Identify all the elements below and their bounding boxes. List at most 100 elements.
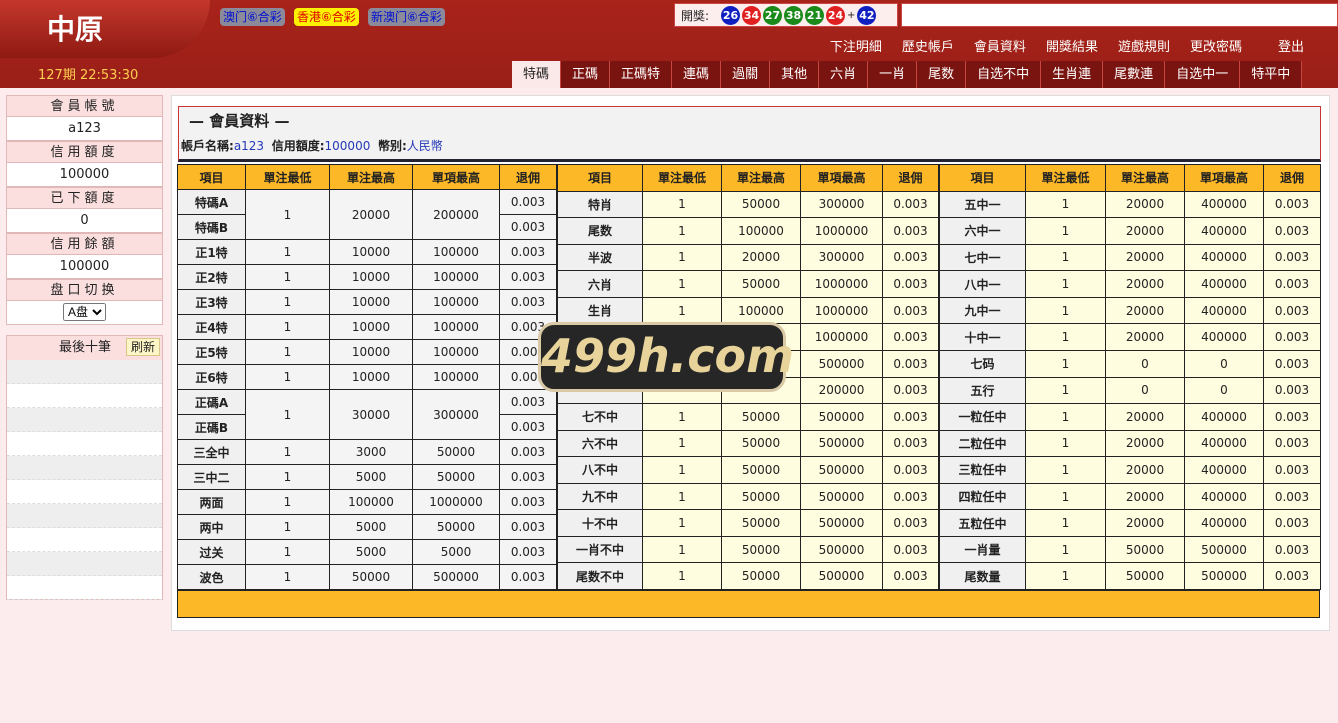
table-row: 九中一 1 20000 400000 0.003 xyxy=(939,296,1321,325)
limit-cell: 0.003 xyxy=(1263,509,1321,537)
limit-cell: 1 xyxy=(245,339,330,365)
limit-cell: 0.003 xyxy=(1263,403,1321,431)
item-name: 一肖不中 xyxy=(557,535,643,564)
top-nav: 下注明細 歷史帳戶 會員資料 開獎結果 遊戲規則 更改密碼 登出 xyxy=(820,36,1314,55)
table-row: 五中一 1 20000 400000 0.003 xyxy=(939,190,1321,219)
item-name: 尾数量 xyxy=(939,562,1026,590)
limit-cell: 1 xyxy=(1025,403,1106,431)
nav-link[interactable]: 遊戲規則 xyxy=(1108,36,1180,55)
refresh-button[interactable]: 刷新 xyxy=(125,338,160,356)
table-row: 波色 1 50000 500000 0.003 xyxy=(177,564,557,590)
last-bet-row xyxy=(7,504,162,528)
tab[interactable]: 六肖 xyxy=(819,61,869,88)
limit-cell: 400000 xyxy=(1184,270,1264,298)
limit-cell: 0.003 xyxy=(499,489,557,515)
limit-cell: 5000 xyxy=(329,539,413,565)
sidebar: 會員帳號 a123 信用額度 100000 已下額度 0 信用餘額 100000… xyxy=(6,95,163,325)
limit-cell: 1 xyxy=(245,364,330,390)
nav-link[interactable]: 下注明細 xyxy=(820,36,892,55)
item-name: 五行 xyxy=(939,376,1026,405)
limit-cell: 50000 xyxy=(412,464,500,490)
limit-cell: 10000 xyxy=(329,239,413,265)
credit-label: 信用額度 xyxy=(6,141,163,163)
tab[interactable]: 過關 xyxy=(721,61,771,88)
limit-cell: 50000 xyxy=(721,403,801,431)
tab[interactable]: 尾数 xyxy=(917,61,967,88)
tab[interactable]: 生肖連 xyxy=(1041,61,1104,88)
column-header: 項目 xyxy=(939,164,1026,192)
table-row: 正5特 1 10000 100000 0.003 xyxy=(177,339,557,365)
item-name: 两面 xyxy=(177,489,246,515)
limit-cell: 1 xyxy=(1025,509,1106,537)
table-row: 三粒任中 1 20000 400000 0.003 xyxy=(939,456,1321,484)
tab[interactable]: 尾數連 xyxy=(1103,61,1166,88)
lottery-macau[interactable]: 澳门⑥合彩 xyxy=(220,8,285,26)
handicap-select[interactable]: A盘 xyxy=(63,303,106,321)
lottery-new-macau[interactable]: 新澳门⑥合彩 xyxy=(368,8,445,26)
tab[interactable]: 自选不中 xyxy=(966,61,1042,88)
nav-link[interactable]: 會員資料 xyxy=(964,36,1036,55)
limit-cell: 100000 xyxy=(412,289,500,315)
tab[interactable]: 自选中一 xyxy=(1165,61,1241,88)
limit-cell: 400000 xyxy=(1184,217,1264,245)
draw-label: 開獎: xyxy=(681,8,710,23)
item-name: 正4特 xyxy=(177,314,246,340)
limit-cell: 200000 xyxy=(412,189,500,240)
tab[interactable]: 特碼 xyxy=(512,61,562,88)
lottery-hongkong[interactable]: 香港⑥合彩 xyxy=(294,8,359,26)
draw-ball: 34 xyxy=(742,5,762,25)
table-row: 一粒任中 1 20000 400000 0.003 xyxy=(939,403,1321,431)
tab[interactable]: 其他 xyxy=(770,61,820,88)
item-name: 六不中 xyxy=(557,429,643,458)
limit-cell: 0.003 xyxy=(882,296,939,325)
limit-cell: 1000000 xyxy=(800,270,883,298)
item-name: 正碼B xyxy=(177,414,246,440)
tab[interactable]: 正碼特 xyxy=(610,61,673,88)
limit-cell: 50000 xyxy=(721,482,801,511)
nav-link[interactable]: 歷史帳戶 xyxy=(892,36,964,55)
tab[interactable]: 特平中 xyxy=(1240,61,1303,88)
limit-cell: 20000 xyxy=(1105,190,1185,219)
limit-cell: 20000 xyxy=(1105,429,1185,458)
limit-cell: 1000000 xyxy=(800,296,883,325)
limit-cell: 1 xyxy=(642,270,722,298)
tab[interactable]: 一肖 xyxy=(868,61,918,88)
nav-link[interactable]: 登出 xyxy=(1268,36,1314,55)
limit-cell: 100000 xyxy=(412,239,500,265)
column-header: 單項最高 xyxy=(412,164,500,190)
limit-cell: 1 xyxy=(245,289,330,315)
item-name: 正1特 xyxy=(177,239,246,265)
draw-ball: 27 xyxy=(763,5,783,25)
limit-cell: 1 xyxy=(245,564,330,590)
limit-cell: 0.003 xyxy=(1263,190,1321,219)
balance-label: 信用餘額 xyxy=(6,233,163,255)
limit-cell: 1 xyxy=(245,514,330,540)
limit-cell: 400000 xyxy=(1184,190,1264,219)
limit-cell: 1 xyxy=(642,535,722,564)
item-name: 正碼A xyxy=(177,389,246,415)
column-header: 單注最低 xyxy=(642,164,722,192)
limit-cell: 50000 xyxy=(1105,535,1185,564)
limit-cell: 1 xyxy=(1025,323,1106,351)
limit-cell: 0.003 xyxy=(882,562,939,590)
tab[interactable]: 正碼 xyxy=(561,61,611,88)
column-header: 單注最低 xyxy=(245,164,330,190)
limit-cell: 50000 xyxy=(721,562,801,590)
table-row: 八不中 1 50000 500000 0.003 xyxy=(557,456,939,484)
tab[interactable]: 連碼 xyxy=(672,61,722,88)
item-name: 特碼A xyxy=(177,189,246,215)
limit-cell: 100000 xyxy=(721,217,801,245)
limit-cell: 0 xyxy=(1184,376,1264,405)
limit-cell: 0.003 xyxy=(1263,349,1321,378)
limit-cell: 500000 xyxy=(1184,562,1264,590)
limit-cell: 0 xyxy=(1105,349,1185,378)
table-row: 半波 1 20000 300000 0.003 xyxy=(557,243,939,272)
limit-cell: 20000 xyxy=(1105,509,1185,537)
limit-cell: 500000 xyxy=(800,482,883,511)
item-name: 三全中 xyxy=(177,439,246,465)
table-row: 十中一 1 20000 400000 0.003 xyxy=(939,323,1321,351)
limit-cell: 100000 xyxy=(412,364,500,390)
nav-link[interactable]: 更改密碼 xyxy=(1180,36,1252,55)
nav-link[interactable]: 開獎結果 xyxy=(1036,36,1108,55)
column-header: 單注最高 xyxy=(329,164,413,190)
